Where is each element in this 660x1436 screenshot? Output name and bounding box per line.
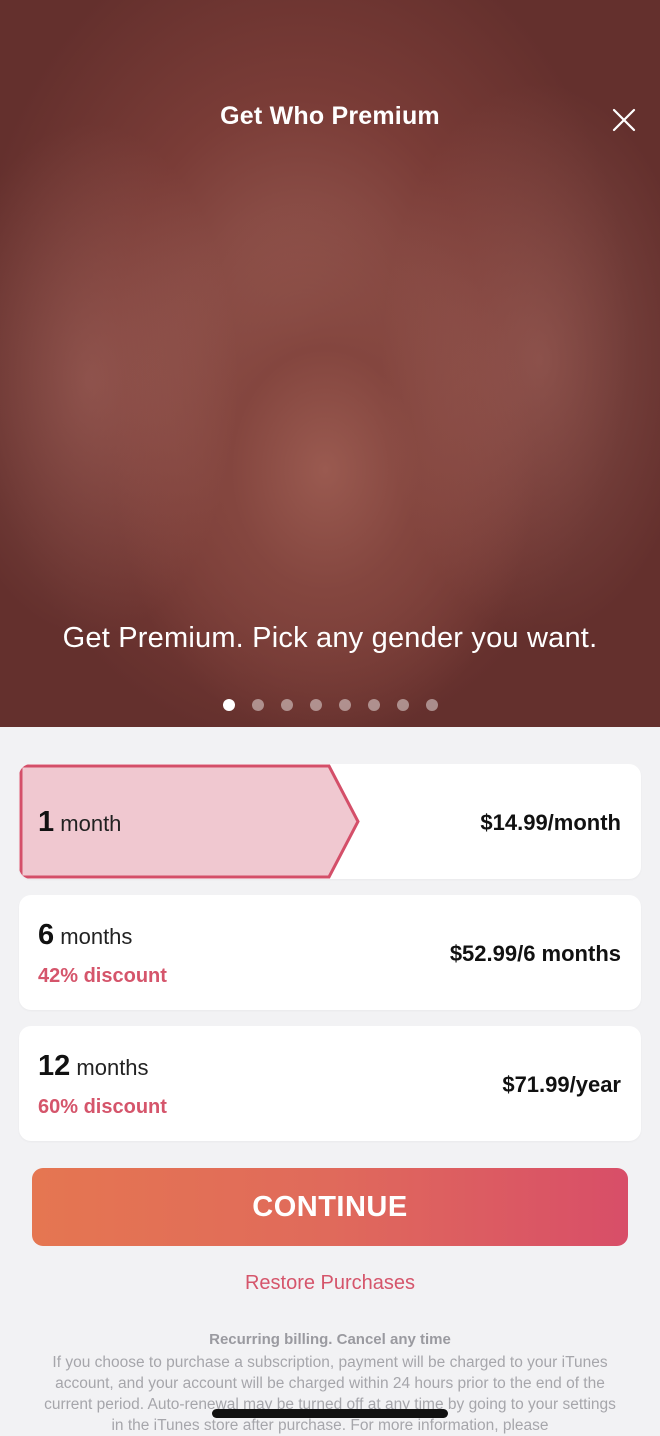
photo-background-right [380, 80, 660, 640]
plan-duration: 12 months [38, 1050, 149, 1083]
plan-price: $71.99/year [502, 1072, 621, 1097]
plan-duration-unit: month [60, 811, 122, 836]
page-dot-3[interactable] [280, 699, 293, 711]
legal-title: Recurring billing. Cancel any time [209, 1331, 451, 1348]
legal-text: If you choose to purchase a subscription… [44, 1354, 616, 1434]
continue-button[interactable]: CONTINUE [32, 1168, 628, 1246]
home-indicator[interactable] [212, 1409, 448, 1418]
plan-option-6-months[interactable]: 6 months 42% discount $52.99/6 months [19, 895, 641, 1010]
close-button[interactable] [604, 100, 644, 140]
plan-duration-unit: months [76, 1055, 149, 1080]
plan-option-1-month[interactable]: 1 month $14.99/month [19, 764, 641, 879]
page-title: Get Who Premium [220, 102, 440, 130]
page-dot-6[interactable] [367, 699, 380, 711]
plan-duration: 1 month [38, 806, 121, 839]
plan-discount: 60% discount [38, 1096, 167, 1118]
plan-duration-number: 6 [38, 919, 55, 951]
photo-background [0, 120, 240, 640]
page-indicator[interactable] [0, 699, 660, 711]
plan-duration-number: 1 [38, 806, 55, 838]
page-dot-8[interactable] [425, 699, 438, 711]
page-dot-4[interactable] [309, 699, 322, 711]
plan-list: 1 month $14.99/month 6 months 42% discou… [19, 764, 641, 1157]
restore-purchases-link[interactable]: Restore Purchases [0, 1272, 660, 1295]
plan-option-12-months[interactable]: 12 months 60% discount $71.99/year [19, 1026, 641, 1141]
plan-discount: 42% discount [38, 965, 167, 987]
hero-banner[interactable]: Get Who Premium Get Premium. Pick any ge… [0, 0, 660, 727]
plan-duration-unit: months [60, 924, 133, 949]
page-dot-7[interactable] [396, 699, 409, 711]
close-icon [612, 108, 636, 132]
plan-duration: 6 months [38, 919, 132, 952]
plan-price: $52.99/6 months [449, 941, 621, 966]
page-dot-1[interactable] [222, 699, 235, 711]
plan-price: $14.99/month [480, 810, 621, 835]
page-dot-5[interactable] [338, 699, 351, 711]
page-dot-2[interactable] [251, 699, 264, 711]
plan-duration-number: 12 [38, 1050, 71, 1082]
hero-caption: Get Premium. Pick any gender you want. [62, 622, 598, 654]
